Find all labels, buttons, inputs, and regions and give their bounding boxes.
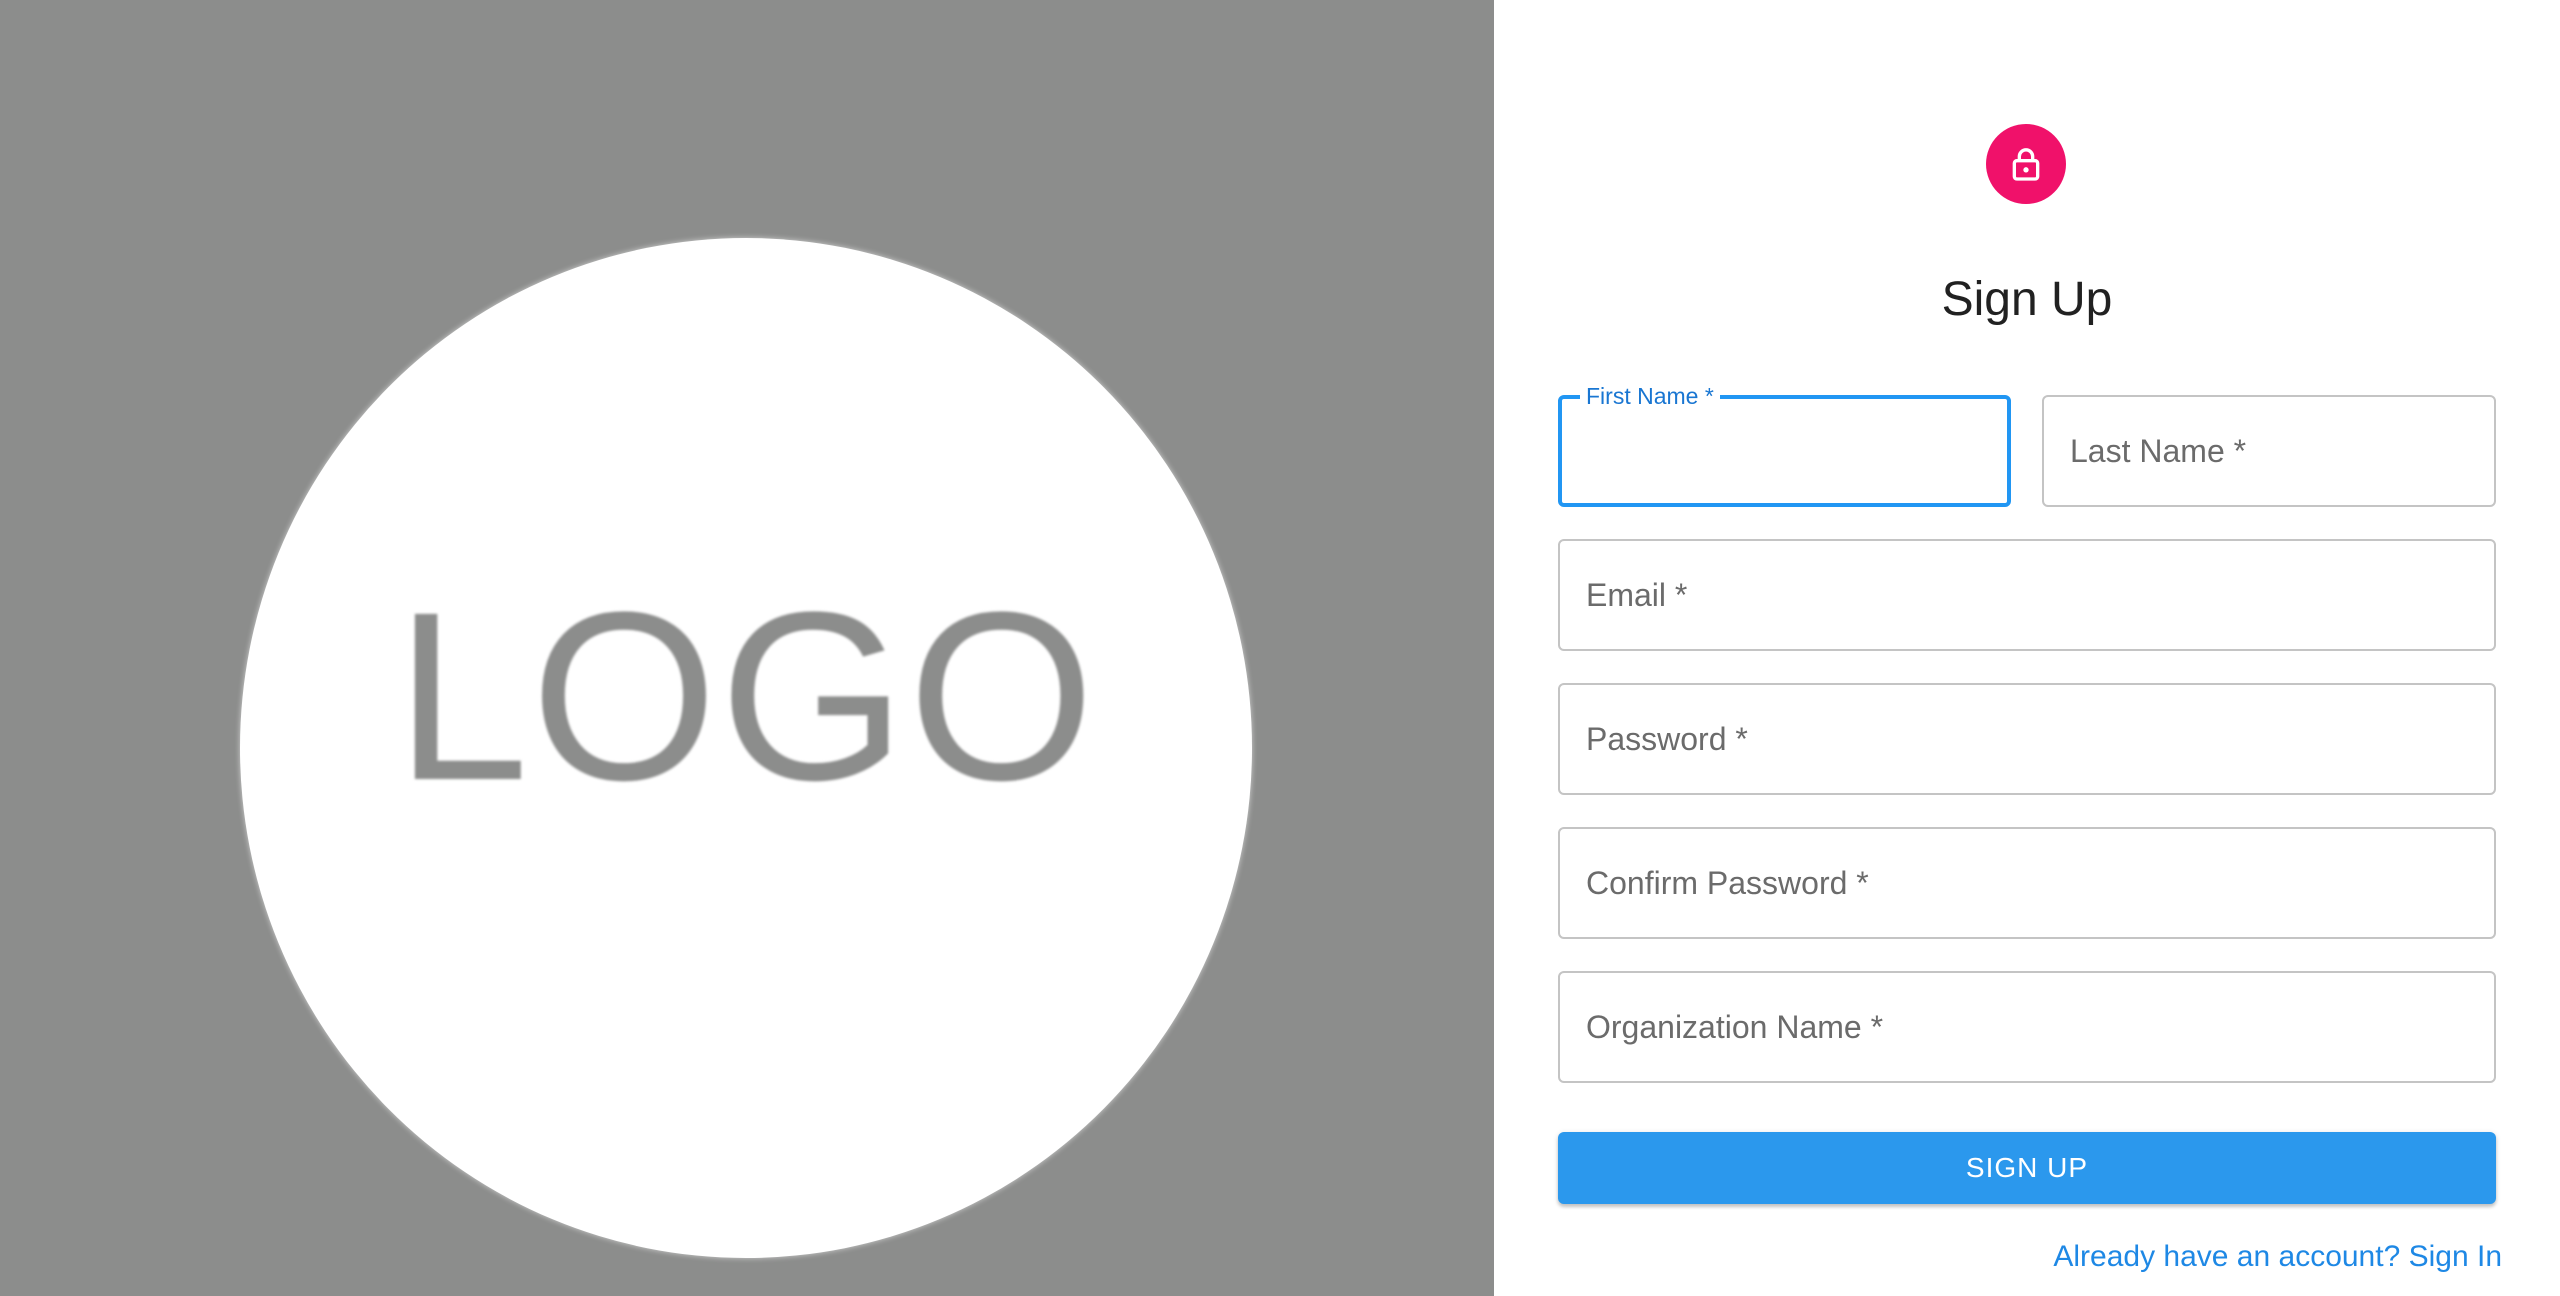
sign-up-button[interactable]: SIGN UP: [1558, 1132, 2496, 1204]
signup-page: LOGO Sign Up First Name * Last Name * Em…: [0, 0, 2560, 1296]
sign-in-link[interactable]: Already have an account? Sign In: [2053, 1240, 2502, 1274]
first-name-label: First Name *: [1580, 383, 1720, 409]
first-name-field[interactable]: First Name *: [1558, 383, 2011, 507]
hero-panel: LOGO: [0, 0, 1494, 1296]
confirm-password-label: Confirm Password *: [1586, 864, 1869, 901]
last-name-field[interactable]: Last Name *: [2042, 395, 2496, 507]
confirm-password-field[interactable]: Confirm Password *: [1558, 827, 2496, 939]
password-field[interactable]: Password *: [1558, 683, 2496, 795]
password-label: Password *: [1586, 720, 1748, 757]
email-field[interactable]: Email *: [1558, 539, 2496, 651]
logo-text: LOGO: [395, 562, 1097, 830]
organization-name-label: Organization Name *: [1586, 1008, 1884, 1045]
signup-form-panel: Sign Up First Name * Last Name * Email *…: [1494, 0, 2560, 1296]
email-label: Email *: [1586, 576, 1688, 613]
last-name-label: Last Name *: [2070, 432, 2247, 469]
organization-name-field[interactable]: Organization Name *: [1558, 971, 2496, 1083]
lock-icon: [2012, 148, 2040, 181]
page-title: Sign Up: [1941, 273, 2113, 326]
logo-image: LOGO: [240, 238, 1252, 1258]
lock-avatar: [1986, 124, 2066, 204]
